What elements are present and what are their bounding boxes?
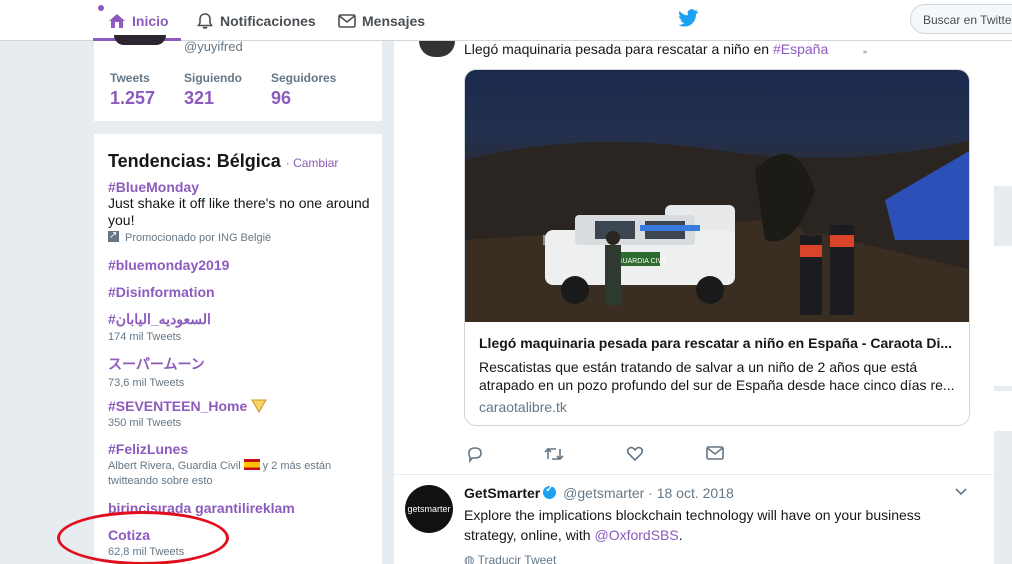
trend-item[interactable]: スーパームーン 73,6 mil Tweets [108, 354, 370, 391]
search-input[interactable]: Buscar en Twitter [910, 4, 1012, 34]
trend-item[interactable]: #bluemonday2019 [108, 257, 370, 273]
trend-item[interactable]: #BlueMonday Just shake it off like there… [108, 179, 370, 246]
twitter-bird-icon[interactable] [677, 9, 699, 27]
vehicle-label: GUARDIA CIVIL [617, 258, 668, 265]
trends-title: Tendencias: Bélgica · Cambiar [108, 151, 338, 172]
stat-value: 1.257 [110, 88, 156, 108]
rescue-scene-illustration: GUARDIA CIVIL [465, 140, 969, 322]
stat-tweets[interactable]: Tweets 1.257 [110, 71, 155, 109]
profile-card: @yuyifred Tweets 1.257 Siguiendo 321 Seg… [94, 35, 382, 121]
tweet-avatar[interactable] [419, 41, 455, 57]
reply-icon[interactable] [466, 445, 484, 463]
retweet-icon[interactable] [544, 445, 564, 463]
timeline: Llegó maquinaria pesada para rescatar a … [394, 41, 994, 564]
right-card [994, 246, 1012, 386]
promoted-icon [108, 228, 119, 243]
tweet-body-text: Explore the implications blockchain tech… [464, 507, 921, 543]
hashflag-icon [251, 399, 268, 413]
trend-item[interactable]: #SEVENTEEN_Home 350 mil Tweets [108, 398, 370, 431]
trend-name: #BlueMonday [108, 179, 200, 195]
stat-label: Siguiendo [184, 71, 242, 85]
trend-name: #Disinformation [108, 284, 215, 300]
avatar[interactable] [114, 35, 166, 45]
tweet-header: GetSmarter @getsmarter · 18 oct. 2018 [464, 484, 734, 501]
right-card [994, 391, 1012, 431]
link-preview-card[interactable]: GUARDIA CIVIL Llegó maquinaria pesada pa… [464, 69, 970, 426]
tweet-author-handle[interactable]: @getsmarter [563, 485, 644, 501]
right-sidebar [994, 41, 1012, 564]
globe-icon: ◍ [464, 553, 478, 564]
trends-card: Tendencias: Bélgica · Cambiar #BlueMonda… [94, 134, 382, 564]
red-circle-annotation [57, 511, 229, 564]
trend-item[interactable]: #Disinformation [108, 284, 370, 300]
trend-description: Just shake it off like there's no one ar… [108, 195, 370, 228]
nav-notifications[interactable]: Notificaciones [196, 0, 316, 41]
nav-home-label: Inicio [132, 12, 169, 29]
tweet-text: Llegó maquinaria pesada para rescatar a … [464, 41, 828, 57]
nav-messages-label: Mensajes [362, 12, 426, 29]
trend-context-names: Albert Rivera, Guardia Civil [108, 460, 241, 472]
stat-followers[interactable]: Seguidores 96 [271, 71, 336, 109]
trend-name: #SEVENTEEN_Home [108, 398, 248, 414]
trend-name: #bluemonday2019 [108, 257, 230, 273]
preview-title: Llegó maquinaria pesada para rescatar a … [479, 335, 953, 351]
stat-following[interactable]: Siguiendo 321 [184, 71, 242, 109]
trends-heading: Tendencias: Bélgica [108, 151, 281, 171]
home-icon [109, 13, 125, 28]
tweet-divider [394, 474, 994, 475]
right-card [994, 41, 1012, 186]
promoted-label: Promocionado por ING België [125, 232, 272, 244]
tweet-author-name[interactable]: GetSmarter [464, 485, 540, 501]
nav-notifications-label: Notificaciones [220, 12, 316, 29]
tweet-body: Explore the implications blockchain tech… [464, 505, 964, 545]
mention-link[interactable]: @OxfordSBS [594, 527, 678, 543]
trend-name-row: #SEVENTEEN_Home [108, 398, 370, 414]
nav-messages[interactable]: Mensajes [338, 0, 425, 41]
tweet-body-end: . [678, 527, 683, 543]
chevron-down-icon[interactable] [954, 487, 968, 497]
tweet-text-body: Llegó maquinaria pesada para rescatar a … [464, 41, 773, 57]
direct-message-icon[interactable] [706, 445, 724, 461]
trend-item[interactable]: #FelizLunes Albert Rivera, Guardia Civil… [108, 441, 370, 489]
translate-tweet-link[interactable]: ◍ Traducir Tweet [464, 553, 556, 564]
trend-item[interactable]: #السعوديه_اليابان 174 mil Tweets [108, 311, 370, 345]
bell-icon [197, 12, 213, 29]
trend-name: #FelizLunes [108, 441, 189, 457]
trend-promoted: Promocionado por ING België [108, 228, 370, 246]
stat-value: 321 [184, 88, 215, 108]
tweet-date[interactable]: · 18 oct. 2018 [648, 485, 734, 501]
hashtag-link[interactable]: #España [773, 41, 828, 57]
translate-label: Traducir Tweet [477, 553, 557, 564]
trend-count: 73,6 mil Tweets [108, 377, 185, 389]
verified-badge-icon [543, 484, 557, 499]
trend-context: Albert Rivera, Guardia Civil y 2 más está… [108, 459, 370, 489]
preview-image: GUARDIA CIVIL [465, 70, 969, 322]
preview-domain: caraotalibre.tk [479, 399, 567, 415]
new-content-dot [98, 5, 104, 11]
trend-count: 350 mil Tweets [108, 417, 182, 429]
preview-description: Rescatistas que están tratando de salvar… [479, 359, 955, 393]
stat-value: 96 [271, 88, 292, 108]
like-icon[interactable] [626, 445, 644, 463]
change-trends-link[interactable]: · Cambiar [286, 156, 339, 170]
envelope-icon [338, 13, 356, 28]
quote-icon: „ [863, 41, 867, 55]
trend-name: #السعوديه_اليابان [108, 311, 211, 327]
trend-count: 174 mil Tweets [108, 331, 182, 343]
stat-label: Seguidores [271, 71, 337, 85]
trend-name: スーパームーン [108, 356, 205, 372]
stat-label: Tweets [110, 71, 150, 85]
tweet-avatar[interactable]: getsmarter [405, 485, 453, 533]
spain-flag-icon [243, 459, 260, 470]
profile-handle[interactable]: @yuyifred [184, 39, 243, 54]
